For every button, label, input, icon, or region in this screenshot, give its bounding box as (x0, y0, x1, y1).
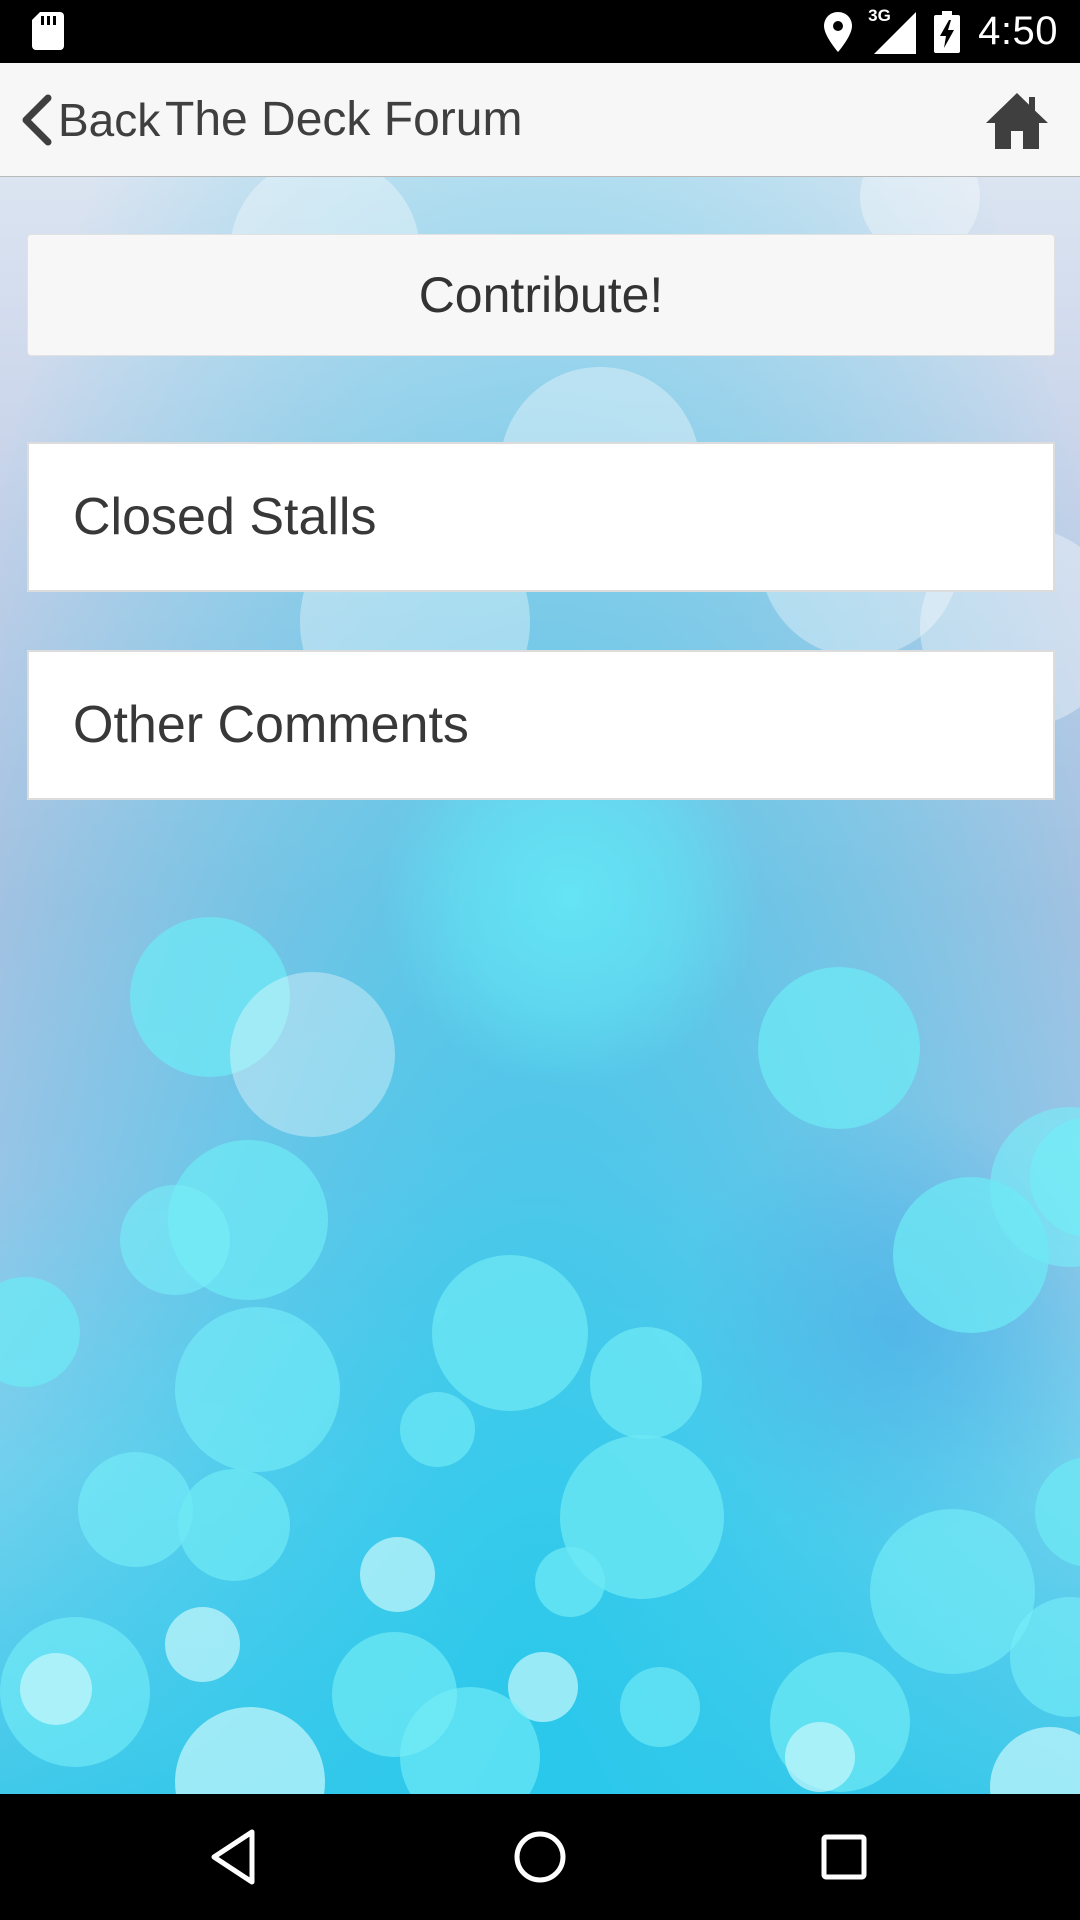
status-icons: 3G 4:50 (824, 0, 1058, 63)
cell-signal-icon (874, 11, 917, 54)
chevron-left-icon (22, 94, 52, 146)
status-bar: 3G 4:50 (0, 0, 1080, 63)
back-label: Back (58, 94, 161, 146)
clock: 4:50 (978, 9, 1058, 53)
action-bar: Back The Deck Forum (0, 63, 1080, 177)
home-circle-icon[interactable] (507, 1824, 573, 1890)
sd-card-icon (32, 12, 64, 50)
back-button[interactable]: Back (18, 63, 160, 177)
list-item-other-comments[interactable]: Other Comments (27, 650, 1055, 800)
content-area: Contribute! Closed Stalls Other Comments (0, 177, 1080, 1794)
list-item-closed-stalls[interactable]: Closed Stalls (27, 442, 1055, 592)
cell-signal: 3G (868, 6, 917, 54)
home-icon[interactable] (984, 87, 1050, 153)
location-icon (824, 11, 853, 52)
navigation-bar (0, 1794, 1080, 1920)
back-triangle-icon[interactable] (202, 1824, 268, 1890)
screen: 3G 4:50 Back The Deck Forum Contribute! … (0, 0, 1080, 1920)
page-title: The Deck Forum (165, 93, 523, 146)
battery-charging-icon (934, 10, 961, 53)
recents-square-icon[interactable] (811, 1824, 877, 1890)
contribute-button[interactable]: Contribute! (27, 234, 1055, 356)
